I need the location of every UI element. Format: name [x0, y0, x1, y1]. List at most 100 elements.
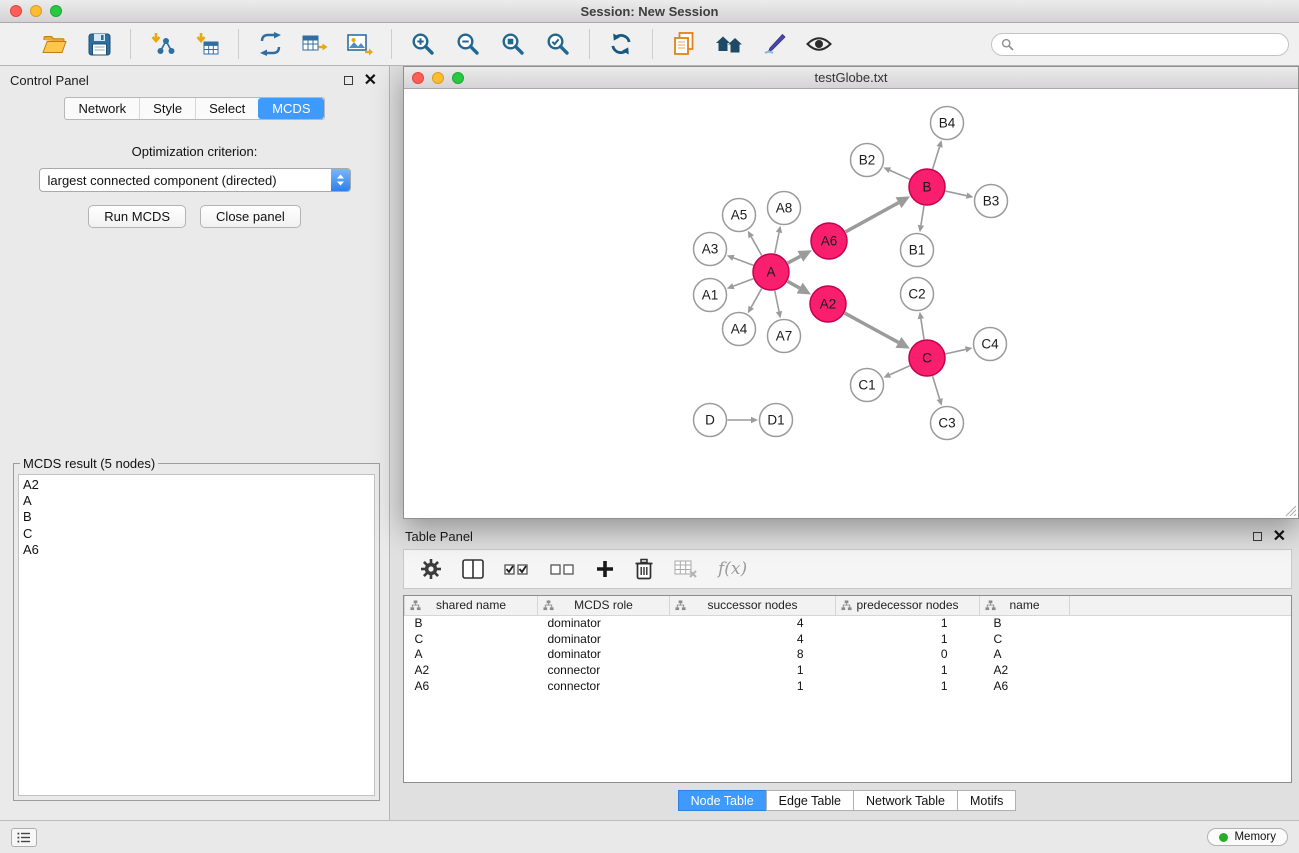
zoom-selected-button[interactable]	[544, 29, 572, 59]
table-row[interactable]: Cdominator41C	[405, 631, 1292, 647]
network-node[interactable]: B3	[975, 185, 1008, 218]
show-panels-button[interactable]	[11, 828, 37, 847]
float-table-panel-icon[interactable]	[1253, 532, 1262, 541]
table-row[interactable]: A2connector11A2	[405, 662, 1292, 678]
column-header-shared-name[interactable]: shared name	[405, 596, 538, 615]
network-edge[interactable]	[775, 226, 782, 254]
network-node[interactable]: A7	[768, 320, 801, 353]
tab-network-table[interactable]: Network Table	[853, 790, 958, 811]
close-table-panel-icon[interactable]: ✕	[1273, 531, 1286, 542]
network-canvas[interactable]: B4B2BB3A8A5A6A3B1AC2A1A2A4A7C4CC1DD1C3	[404, 90, 1298, 518]
select-all-button[interactable]	[504, 560, 530, 578]
tab-network[interactable]: Network	[65, 98, 139, 119]
network-node[interactable]: A6	[811, 223, 847, 259]
tab-select[interactable]: Select	[195, 98, 258, 119]
refresh-button[interactable]	[607, 29, 635, 59]
close-panel-icon[interactable]: ✕	[364, 75, 377, 86]
network-edge[interactable]	[748, 231, 762, 256]
net-minimize-button[interactable]	[432, 72, 444, 84]
mcds-result-item[interactable]: B	[23, 509, 370, 525]
export-image-button[interactable]	[346, 29, 374, 59]
delete-rows-button[interactable]	[634, 558, 654, 580]
network-node[interactable]: A8	[768, 192, 801, 225]
network-edge[interactable]	[946, 346, 973, 354]
network-node[interactable]: A	[753, 254, 789, 290]
zoom-button[interactable]	[50, 5, 62, 17]
export-table-button[interactable]	[301, 29, 329, 59]
deselect-all-button[interactable]	[550, 560, 576, 578]
network-edge[interactable]	[845, 313, 910, 349]
open-recent-button[interactable]	[670, 29, 698, 59]
network-edge[interactable]	[788, 281, 811, 294]
network-node[interactable]: B	[909, 169, 945, 205]
network-edge[interactable]	[883, 366, 909, 378]
network-node[interactable]: C3	[931, 407, 964, 440]
show-details-button[interactable]	[805, 29, 833, 59]
network-node[interactable]: C4	[974, 328, 1007, 361]
clone-network-button[interactable]	[256, 29, 284, 59]
network-edge[interactable]	[846, 196, 910, 231]
net-zoom-button[interactable]	[452, 72, 464, 84]
network-node[interactable]: B2	[851, 144, 884, 177]
close-panel-button[interactable]: Close panel	[200, 205, 301, 228]
apply-style-button[interactable]	[760, 29, 788, 59]
network-edge[interactable]	[933, 140, 943, 169]
column-header-mcds-role[interactable]: MCDS role	[538, 596, 670, 615]
network-edge[interactable]	[727, 255, 753, 265]
network-node[interactable]: D1	[760, 404, 793, 437]
network-node[interactable]: C	[909, 340, 945, 376]
network-edge[interactable]	[748, 289, 762, 314]
network-node[interactable]: B4	[931, 107, 964, 140]
network-node[interactable]: A4	[723, 313, 756, 346]
network-node[interactable]: C1	[851, 369, 884, 402]
network-edge[interactable]	[788, 250, 812, 263]
net-close-button[interactable]	[412, 72, 424, 84]
zoom-out-button[interactable]	[454, 29, 482, 59]
tab-mcds[interactable]: MCDS	[258, 98, 323, 119]
network-edge[interactable]	[883, 167, 909, 179]
network-node[interactable]: D	[694, 404, 727, 437]
run-mcds-button[interactable]: Run MCDS	[88, 205, 186, 228]
open-file-button[interactable]	[40, 29, 68, 59]
mcds-result-item[interactable]: C	[23, 526, 370, 542]
tab-motifs[interactable]: Motifs	[957, 790, 1016, 811]
network-node[interactable]: B1	[901, 234, 934, 267]
save-session-button[interactable]	[85, 29, 113, 59]
network-edge[interactable]	[933, 376, 943, 406]
mcds-result-item[interactable]: A2	[23, 477, 370, 493]
column-header-predecessor-nodes[interactable]: predecessor nodes	[836, 596, 980, 615]
network-edge[interactable]	[946, 191, 974, 199]
tab-style[interactable]: Style	[139, 98, 195, 119]
network-edge[interactable]	[728, 417, 759, 423]
network-node[interactable]: C2	[901, 278, 934, 311]
column-visibility-button[interactable]	[462, 559, 484, 579]
add-row-button[interactable]	[596, 560, 614, 578]
table-row[interactable]: A6connector11A6	[405, 678, 1292, 694]
first-neighbors-button[interactable]	[715, 29, 743, 59]
network-edge[interactable]	[918, 312, 924, 339]
table-row[interactable]: Bdominator41B	[405, 615, 1292, 631]
network-edge[interactable]	[775, 291, 782, 319]
network-node[interactable]: A1	[694, 279, 727, 312]
resize-grip[interactable]	[1284, 504, 1297, 517]
criterion-select[interactable]: largest connected component (directed)	[39, 168, 351, 192]
mcds-result-item[interactable]: A6	[23, 542, 370, 558]
column-header-name[interactable]: name	[980, 596, 1070, 615]
minimize-button[interactable]	[30, 5, 42, 17]
tab-edge-table[interactable]: Edge Table	[766, 790, 854, 811]
delete-table-button[interactable]	[674, 559, 698, 579]
network-edge[interactable]	[727, 279, 753, 289]
column-header-successor-nodes[interactable]: successor nodes	[670, 596, 836, 615]
network-edge[interactable]	[918, 206, 924, 232]
network-node[interactable]: A3	[694, 233, 727, 266]
table-row[interactable]: Adominator80A	[405, 647, 1292, 663]
search-input[interactable]	[1019, 37, 1279, 51]
tab-node-table[interactable]: Node Table	[678, 790, 767, 811]
network-node[interactable]: A2	[810, 286, 846, 322]
network-window-titlebar[interactable]: testGlobe.txt	[404, 67, 1298, 89]
float-panel-icon[interactable]	[344, 76, 353, 85]
import-table-button[interactable]	[193, 29, 221, 59]
import-network-button[interactable]	[148, 29, 176, 59]
table-settings-button[interactable]	[420, 558, 442, 580]
apply-function-button[interactable]: f(x)	[718, 559, 747, 579]
